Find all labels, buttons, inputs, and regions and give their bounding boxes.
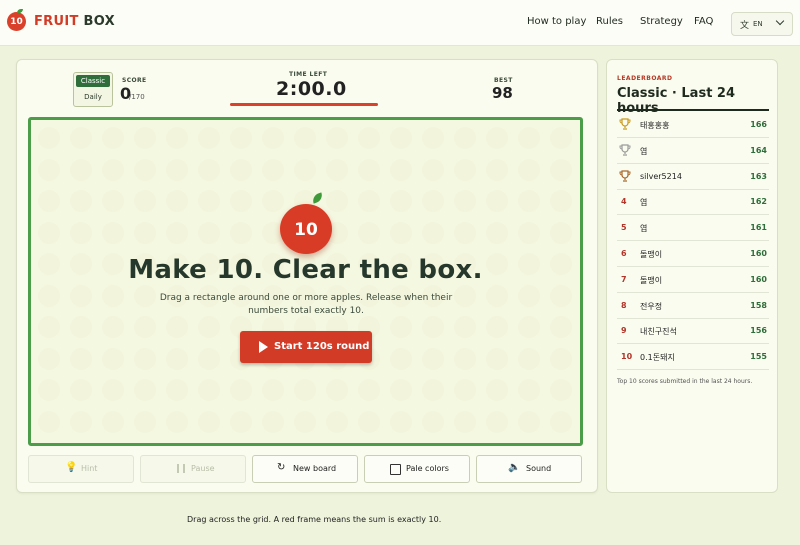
player-name: 돌맹이 (640, 250, 663, 259)
player-score: 155 (750, 352, 767, 362)
intro-subtitle: Drag a rectangle around one or more appl… (159, 293, 453, 316)
timer-progress-bar (230, 103, 378, 106)
pale-colors-button[interactable]: Pale colors (364, 455, 470, 483)
speaker-icon: 🔈 (508, 462, 521, 473)
trophy-icon (619, 169, 631, 182)
game-panel: Classic Daily SCORE 0 /170 TIME LEFT 2:0… (16, 59, 598, 493)
player-score: 160 (750, 274, 767, 284)
hint-button[interactable]: 💡 Hint (28, 455, 134, 483)
rank-number: 8 (621, 300, 627, 310)
best-label: BEST (494, 77, 513, 84)
language-selector[interactable]: 文 EN (731, 12, 793, 36)
new-board-label: New board (293, 464, 337, 473)
player-name: silver5214 (640, 171, 682, 181)
pause-button[interactable]: Pause (140, 455, 246, 483)
player-score: 163 (750, 171, 767, 181)
rank-number: 9 (621, 326, 627, 336)
divider (617, 109, 769, 111)
mode-switch[interactable]: Classic Daily (73, 72, 113, 107)
chevron-down-icon (775, 16, 785, 26)
player-score: 156 (750, 326, 767, 336)
leaderboard-row: 염 164 (617, 138, 769, 164)
player-name: 전우정 (640, 301, 663, 311)
sound-label: Sound (526, 464, 552, 473)
leaderboard-kicker: LEADERBOARD (617, 75, 673, 82)
logo-leaf-icon (17, 9, 23, 13)
nav-how-to-play[interactable]: How to play (527, 16, 586, 27)
leaderboard-row: 9 내친구진석 156 (617, 318, 769, 345)
brand-name-part1: FRUIT (34, 14, 79, 29)
leaderboard-row: 태홍홍홍 166 (617, 112, 769, 138)
start-round-button[interactable]: Start 120s round (240, 331, 372, 363)
leaderboard-row: silver5214 163 (617, 164, 769, 190)
apple-ten-icon: 10 (280, 204, 332, 254)
intro-headline: Make 10. Clear the box. (128, 255, 483, 285)
new-board-button[interactable]: ↻ New board (252, 455, 358, 483)
game-board[interactable]: 10 Make 10. Clear the box. Drag a rectan… (28, 117, 583, 446)
leaderboard-row: 10 0.1돈돼지 155 (617, 344, 769, 371)
player-name: 내친구진석 (640, 327, 677, 337)
time-left-label: TIME LEFT (289, 71, 328, 78)
score-max: /170 (129, 93, 145, 101)
footer-hint: Drag across the grid. A red frame means … (187, 515, 442, 524)
score-label: SCORE (122, 77, 147, 84)
player-score: 166 (750, 120, 767, 129)
lightbulb-icon: 💡 (65, 462, 78, 473)
pause-label: Pause (191, 464, 215, 473)
rank-number: 5 (621, 223, 627, 233)
leaderboard-footnote: Top 10 scores submitted in the last 24 h… (617, 378, 753, 385)
leaderboard-row: 8 전우정 158 (617, 293, 769, 319)
player-name: 염 (640, 224, 648, 234)
trophy-icon (619, 144, 631, 156)
leaderboard-row: 6 돌맹이 160 (617, 241, 769, 267)
nav-strategy[interactable]: Strategy (640, 16, 683, 27)
brand-name-part2: BOX (83, 14, 115, 29)
rank-number: 7 (621, 274, 627, 284)
checkbox-icon (390, 464, 401, 475)
rank-number: 6 (621, 249, 627, 258)
leaderboard-row: 5 염 161 (617, 215, 769, 242)
player-name: 0.1돈돼지 (640, 353, 675, 363)
nav-rules[interactable]: Rules (596, 16, 623, 27)
language-code: EN (753, 20, 763, 28)
player-score: 160 (750, 249, 767, 258)
pause-icon (177, 464, 185, 473)
rank-number: 10 (621, 352, 633, 362)
player-score: 164 (750, 145, 767, 155)
player-name: 돌맹이 (640, 275, 663, 285)
mode-daily-tab[interactable]: Daily (76, 91, 110, 103)
brand-name[interactable]: FRUIT BOX (34, 14, 115, 29)
best-value: 98 (492, 84, 513, 102)
timer-value: 2:00.0 (276, 78, 347, 100)
refresh-icon: ↻ (277, 462, 286, 473)
leaderboard-row: 7 돌맹이 160 (617, 267, 769, 293)
rank-number: 4 (621, 197, 627, 207)
mode-classic-tab[interactable]: Classic (76, 75, 110, 87)
play-icon (259, 341, 268, 353)
nav-faq[interactable]: FAQ (694, 16, 713, 27)
apple-logo-icon[interactable]: 10 (7, 12, 26, 31)
start-round-label: Start 120s round (274, 341, 370, 352)
leaderboard-panel: LEADERBOARD Classic · Last 24 hours 태홍홍홍… (606, 59, 778, 493)
player-name: 태홍홍홍 (640, 121, 670, 130)
player-name: 염 (640, 146, 648, 156)
leaderboard-row: 4 염 162 (617, 189, 769, 216)
player-name: 염 (640, 198, 648, 208)
player-score: 162 (750, 197, 767, 207)
top-bar: 10 FRUIT BOX How to play Rules Strategy … (0, 0, 800, 46)
trophy-icon (619, 118, 631, 130)
sound-button[interactable]: 🔈 Sound (476, 455, 582, 483)
translate-icon: 文 (740, 21, 750, 31)
pale-colors-label: Pale colors (406, 464, 449, 473)
hint-label: Hint (81, 464, 98, 473)
player-score: 158 (750, 300, 767, 310)
player-score: 161 (750, 223, 767, 233)
